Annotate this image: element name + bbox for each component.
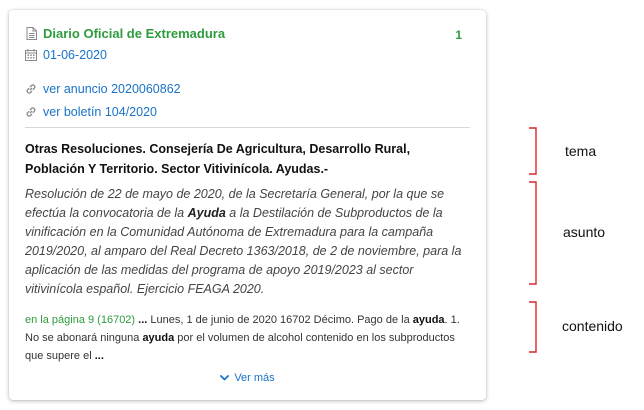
match-count: 1 <box>455 28 462 42</box>
tema-annotation: tema <box>565 143 597 159</box>
ver-mas-label[interactable]: Ver más <box>234 372 274 384</box>
ellipsis-1: ... <box>135 314 151 326</box>
tema-brace <box>529 127 537 175</box>
publication-date: 01-06-2020 <box>25 48 107 62</box>
contenido-annotation: contenido <box>562 318 623 334</box>
contenido-brace <box>529 301 537 353</box>
document-icon <box>25 27 37 41</box>
asunto-brace <box>529 181 537 285</box>
asunto-text: Resolución de 22 de mayo de 2020, de la … <box>25 185 473 299</box>
page-link[interactable]: en la página 9 (16702) <box>25 314 135 326</box>
link-icon <box>25 105 37 119</box>
link-icon <box>25 82 37 96</box>
source-label: Diario Oficial de Extremadura <box>43 26 226 41</box>
asunto-highlight: Ayuda <box>187 206 226 220</box>
ver-boletin-label[interactable]: ver boletín 104/2020 <box>43 105 157 119</box>
calendar-icon <box>25 48 37 62</box>
contenido-highlight2: ayuda <box>142 332 175 344</box>
tema-text: Otras Resoluciones. Consejería De Agricu… <box>25 142 411 176</box>
ellipsis-2: ... <box>94 350 104 362</box>
asunto-annotation: asunto <box>563 224 606 240</box>
contenido-text: en la página 9 (16702) ... Lunes, 1 de j… <box>25 311 473 365</box>
source-title: Diario Oficial de Extremadura <box>25 26 225 41</box>
result-card: Diario Oficial de Extremadura 1 01-06-20… <box>9 10 486 400</box>
contenido-highlight1: ayuda <box>412 314 445 326</box>
ver-anuncio-link[interactable]: ver anuncio 2020060862 <box>25 82 181 96</box>
divider <box>25 127 470 128</box>
canvas: Diario Oficial de Extremadura 1 01-06-20… <box>0 0 644 410</box>
ver-anuncio-label[interactable]: ver anuncio 2020060862 <box>43 82 181 96</box>
chevron-down-icon <box>220 375 230 381</box>
date-value: 01-06-2020 <box>43 48 107 62</box>
ver-boletin-link[interactable]: ver boletín 104/2020 <box>25 105 157 119</box>
contenido-text1: Lunes, 1 de junio de 2020 16702 Décimo. … <box>150 314 413 326</box>
ver-mas-button[interactable]: Ver más <box>9 372 486 384</box>
